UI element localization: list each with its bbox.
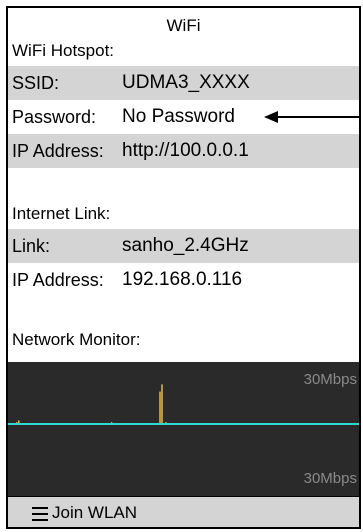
password-value[interactable]: No Password <box>122 106 235 128</box>
upload-bar <box>161 384 163 424</box>
link-value: sanho_2.4GHz <box>122 235 249 256</box>
hotspot-heading: WiFi Hotspot: <box>12 41 115 60</box>
upload-scale-label: 30Mbps <box>303 371 357 388</box>
arrow-left-icon <box>264 111 359 123</box>
password-label: Password: <box>12 107 97 127</box>
link-row: Link: sanho_2.4GHz <box>8 229 359 263</box>
window-title: WiFi <box>166 16 201 35</box>
ssid-label: SSID: <box>12 73 60 93</box>
network-monitor-graph: 30Mbps 30Mbps <box>8 362 359 496</box>
internet-ip-value: 192.168.0.116 <box>122 269 243 290</box>
ssid-row: SSID: UDMA3_XXXX <box>8 66 359 100</box>
hotspot-ip-row: IP Address: http://100.0.0.1 <box>8 134 359 168</box>
internet-heading: Internet Link: <box>12 204 111 223</box>
link-label: Link: <box>12 236 51 256</box>
join-wlan-label: Join WLAN <box>52 503 138 522</box>
hotspot-ip-label: IP Address: <box>12 141 104 161</box>
download-scale-label: 30Mbps <box>303 470 357 487</box>
internet-ip-label: IP Address: <box>12 270 104 290</box>
join-wlan-button[interactable]: Join WLAN <box>8 496 359 527</box>
hotspot-ip-value: http://100.0.0.1 <box>122 140 249 161</box>
menu-icon <box>32 507 48 521</box>
internet-ip-row: IP Address: 192.168.0.116 <box>8 263 359 297</box>
upload-bar <box>159 391 161 424</box>
ssid-value: UDMA3_XXXX <box>122 72 250 93</box>
password-row[interactable]: Password: No Password <box>8 100 359 134</box>
wifi-panel: WiFi WiFi Hotspot: SSID: UDMA3_XXXX Pass… <box>6 6 361 529</box>
monitor-heading: Network Monitor: <box>12 330 141 349</box>
